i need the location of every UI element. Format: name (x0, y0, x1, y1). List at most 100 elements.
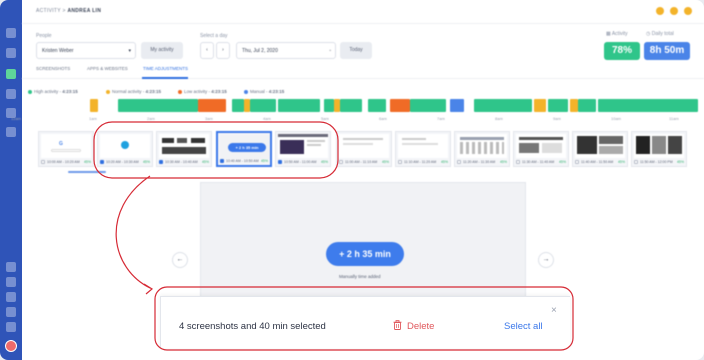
settings-icon[interactable] (6, 262, 16, 272)
timeline-segment[interactable] (198, 99, 226, 112)
thumbnail-scrollbar[interactable] (68, 171, 106, 173)
my-activity-button[interactable]: My activity (141, 42, 183, 59)
tab-apps-websites[interactable]: APPS & WEBSITES (87, 66, 128, 71)
screenshot-thumb[interactable]: 11:00 AM - 11:10 AM 45% (336, 131, 392, 167)
screenshot-checkbox[interactable] (634, 160, 638, 164)
screenshot-thumb[interactable]: 11:50 AM - 12:00 PM 45% (631, 131, 687, 167)
prev-day-button[interactable]: ‹ (200, 42, 214, 59)
timeline-segment[interactable] (474, 99, 532, 112)
legend-low: Low activity - 4:23:15 (178, 89, 227, 94)
day-label: Select a day (200, 33, 228, 39)
screenshot-checkbox[interactable] (41, 160, 45, 164)
screenshot-caption: 10:20 AM - 10:30 AM (106, 160, 139, 164)
prev-screenshot-button[interactable]: ← (172, 252, 188, 268)
next-screenshot-button[interactable]: → (538, 252, 554, 268)
select-all-button[interactable]: Select all (504, 321, 543, 332)
screenshot-checkbox[interactable] (278, 160, 282, 164)
screenshot-caption: 11:00 AM - 11:10 AM (345, 160, 378, 164)
warning-icon[interactable] (6, 127, 16, 137)
screenshot-activity: 45% (260, 159, 268, 163)
preview-manual-time-pill[interactable]: + 2 h 35 min (326, 242, 404, 266)
screenshot-checkbox[interactable] (575, 160, 579, 164)
timeline-segment[interactable] (90, 99, 98, 112)
screenshot-thumb[interactable]: 11:10 AM - 11:20 AM 45% (395, 131, 451, 167)
timeline-tick: 8am (495, 116, 503, 121)
people-select[interactable]: Kristen Weber ▾ (36, 42, 136, 59)
timeline-segment[interactable] (118, 99, 198, 112)
breadcrumb-section[interactable]: ACTIVITY (36, 8, 61, 14)
timeline-segment[interactable] (278, 99, 320, 112)
timeline-segment[interactable] (534, 99, 546, 112)
breadcrumb-user: ANDREA LIN (67, 8, 102, 14)
next-day-button[interactable]: › (216, 42, 230, 59)
timeline-segment[interactable] (578, 99, 596, 112)
screenshot-checkbox[interactable] (398, 160, 402, 164)
screenshot-thumb[interactable]: 11:20 AM - 11:30 AM 45% (454, 131, 510, 167)
legend-high: High activity - 4:23:15 (28, 89, 78, 94)
screenshot-checkbox[interactable] (100, 160, 104, 164)
legend-dot (106, 89, 110, 94)
timeline-segment[interactable] (450, 99, 464, 112)
screenshot-checkbox[interactable] (516, 160, 520, 164)
timeline-tick: 4am (263, 116, 271, 121)
delete-button[interactable]: Delete (407, 321, 434, 332)
people-icon[interactable] (6, 277, 16, 287)
breadcrumb-separator: > (62, 8, 66, 14)
avatar[interactable] (5, 340, 17, 352)
timeline-segment[interactable] (548, 99, 568, 112)
tab-screenshots[interactable]: SCREENSHOTS (36, 66, 70, 71)
timeline-segment[interactable] (410, 99, 446, 112)
timeline-tick: 6am (379, 116, 387, 121)
screenshot-thumb[interactable]: 10:50 AM - 11:00 AM 45% (275, 131, 331, 167)
screenshot-thumb[interactable]: 11:40 AM - 11:50 AM 45% (572, 131, 628, 167)
tab-time-adjustments[interactable]: TIME ADJUSTMENTS (143, 66, 188, 71)
selection-bar: 4 screenshots and 40 min selected Delete… (160, 296, 570, 348)
timeline-segment[interactable] (368, 99, 386, 112)
screenshot-image (634, 134, 684, 158)
screenshot-thumb[interactable]: 11:30 AM - 11:40 AM 45% (513, 131, 569, 167)
screenshot-checkbox[interactable] (159, 160, 163, 164)
screenshot-caption: 10:40 AM - 10:50 AM (226, 159, 259, 163)
screenshot-checkbox[interactable] (220, 159, 224, 163)
screenshot-thumb-manual[interactable]: + 2 h 35 min 10:40 AM - 10:50 AM 45% (216, 131, 272, 167)
timeline-tick: 5am (321, 116, 329, 121)
screenshot-thumb[interactable]: G 10:00 AM - 10:20 AM 45% (38, 131, 94, 167)
timeline-segment[interactable] (570, 99, 578, 112)
selection-summary: 4 screenshots and 40 min selected (179, 321, 326, 332)
timeline-segment[interactable] (340, 99, 362, 112)
status-dot-3[interactable] (684, 7, 692, 15)
screenshot-image (278, 134, 328, 158)
date-picker[interactable]: Thu, Jul 2, 2020 ▫ (236, 42, 336, 59)
screenshot-thumb[interactable]: 10:20 AM - 10:30 AM 45% (97, 131, 153, 167)
people-select-value: Kristen Weber (42, 48, 74, 54)
screenshot-image (575, 134, 625, 158)
screenshot-image (516, 134, 566, 158)
screenshot-checkbox[interactable] (339, 160, 343, 164)
dashboard-icon[interactable] (6, 48, 16, 58)
timeline-segment[interactable] (250, 99, 276, 112)
activity-label: ▦ Activity (606, 31, 628, 37)
status-dot-1[interactable] (656, 7, 664, 15)
close-icon[interactable]: × (551, 305, 557, 316)
list-icon[interactable] (6, 89, 16, 99)
status-dot-2[interactable] (670, 7, 678, 15)
screenshot-checkbox[interactable] (457, 160, 461, 164)
screenshot-caption: 10:30 AM - 10:40 AM (165, 160, 198, 164)
info-icon[interactable] (6, 322, 16, 332)
home-icon[interactable] (6, 28, 16, 38)
people-label: People (36, 33, 52, 39)
screenshot-image: G (41, 134, 91, 158)
globe-icon[interactable] (6, 292, 16, 302)
screenshot-caption: 11:50 AM - 12:00 PM (640, 160, 673, 164)
screenshot-caption: 10:00 AM - 10:20 AM (47, 160, 80, 164)
timeline-segment[interactable] (390, 99, 410, 112)
activity-icon[interactable] (6, 69, 16, 79)
screenshot-thumb[interactable]: 10:30 AM - 10:40 AM 45% (156, 131, 212, 167)
chevron-left-icon: ‹ (206, 47, 208, 53)
help-icon[interactable] (6, 307, 16, 317)
today-button[interactable]: Today (340, 42, 372, 59)
timeline-segment[interactable] (232, 99, 244, 112)
legend-dot (178, 89, 182, 94)
timeline-segment[interactable] (598, 99, 698, 112)
timeline-segment[interactable] (324, 99, 334, 112)
